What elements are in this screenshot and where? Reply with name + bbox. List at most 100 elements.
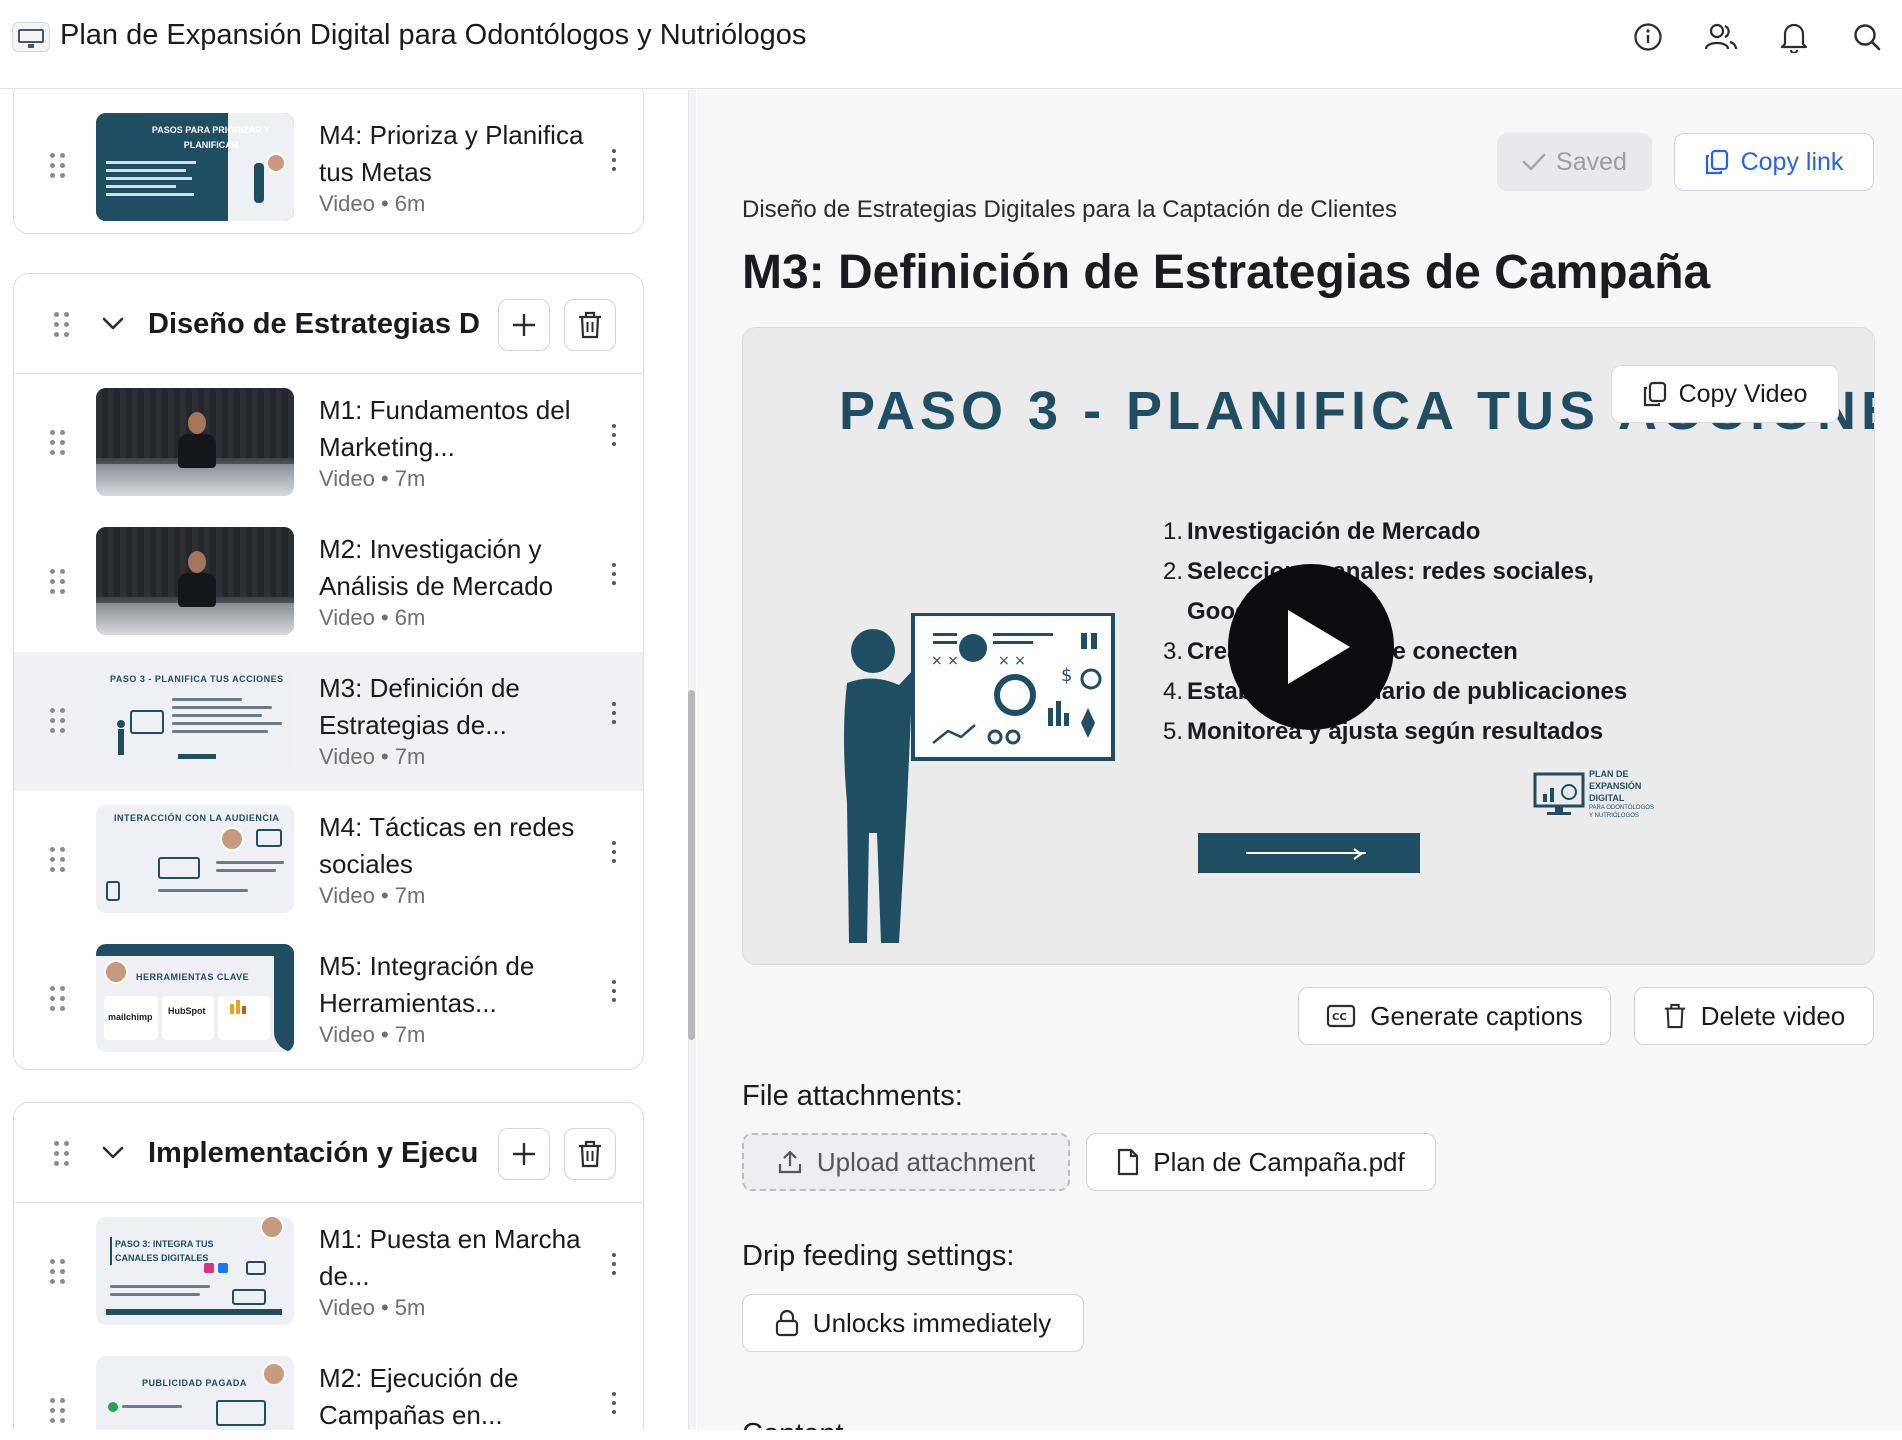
lesson-title: M4: Tácticas en redes sociales xyxy=(319,812,575,879)
copy-icon xyxy=(1643,381,1666,407)
drip-feeding-label: Drip feeding settings: xyxy=(742,1240,1015,1272)
lesson-thumbnail: PUBLICIDAD PAGADA xyxy=(96,1356,294,1430)
arrow-right-icon xyxy=(1353,848,1363,860)
section-card: Implementación y Ejecu PASO 3: INTEGRA T… xyxy=(13,1102,644,1430)
more-options-icon[interactable] xyxy=(604,1249,624,1279)
lesson-thumbnail: PASO 3 - PLANIFICA TUS ACCIONES xyxy=(96,666,294,774)
course-logo-icon xyxy=(12,22,50,52)
lesson-row[interactable]: PASO 3: INTEGRA TUS CANALES DIGITALES M1… xyxy=(14,1203,643,1342)
more-options-icon[interactable] xyxy=(604,698,624,728)
drag-handle-icon[interactable] xyxy=(50,153,66,179)
lesson-meta: Video • 5m xyxy=(319,1295,426,1320)
course-outline-sidebar: PASOS PARA PRIORIZAR Y PLANIFICAR M4: Pr… xyxy=(0,90,690,1430)
lesson-meta: Video • 6m xyxy=(319,605,426,630)
more-options-icon[interactable] xyxy=(604,837,624,867)
app-title: Plan de Expansión Digital para Odontólog… xyxy=(60,19,807,51)
file-icon xyxy=(1118,1148,1139,1176)
more-options-icon[interactable] xyxy=(604,145,624,175)
lock-icon xyxy=(775,1309,798,1337)
copy-icon xyxy=(1705,149,1728,175)
lesson-title: M2: Investigación y Análisis de Mercado xyxy=(319,534,554,601)
lesson-title: M5: Integración de Herramientas... xyxy=(319,951,535,1018)
drag-handle-icon[interactable] xyxy=(50,1259,66,1285)
drag-handle-icon[interactable] xyxy=(54,312,70,338)
lesson-row[interactable]: M1: Fundamentos del Marketing... Video •… xyxy=(14,374,643,513)
plus-icon xyxy=(513,314,535,336)
attachment-file[interactable]: Plan de Campaña.pdf xyxy=(1086,1133,1436,1191)
section-header: Diseño de Estrategias D xyxy=(14,274,643,374)
svg-text:CC: CC xyxy=(1332,1012,1347,1023)
lesson-thumbnail: PASOS PARA PRIORIZAR Y PLANIFICAR xyxy=(96,113,294,221)
generate-captions-button[interactable]: CC Generate captions xyxy=(1298,987,1611,1045)
sidebar-scrollbar-thumb[interactable] xyxy=(688,690,695,1040)
copy-video-button[interactable]: Copy Video xyxy=(1611,365,1839,423)
more-options-icon[interactable] xyxy=(604,420,624,450)
svg-text:$: $ xyxy=(1061,665,1072,686)
lesson-title: M4: Prioriza y Planifica tus Metas xyxy=(319,120,584,187)
add-lesson-button[interactable] xyxy=(498,1128,550,1180)
top-bar: Plan de Expansión Digital para Odontólog… xyxy=(0,0,1902,89)
trash-icon xyxy=(579,1140,601,1168)
upload-icon xyxy=(778,1150,801,1174)
lesson-row[interactable]: INTERACCIÓN CON LA AUDIENCIA M4: Táctica… xyxy=(14,791,643,930)
slide-step: 2. Selecciona canales: redes sociales, xyxy=(1163,558,1594,585)
play-button[interactable] xyxy=(1228,564,1394,730)
delete-video-button[interactable]: Delete video xyxy=(1634,987,1874,1045)
info-icon[interactable] xyxy=(1629,18,1667,56)
lesson-title: M3: Definición de Estrategias de... xyxy=(319,673,520,740)
lesson-row[interactable]: PUBLICIDAD PAGADA M2: Ejecución de Campa… xyxy=(14,1342,643,1430)
section-card: PASOS PARA PRIORIZAR Y PLANIFICAR M4: Pr… xyxy=(13,90,644,234)
delete-section-button[interactable] xyxy=(564,299,616,351)
drag-handle-icon[interactable] xyxy=(50,847,66,873)
drag-handle-icon[interactable] xyxy=(50,430,66,456)
drag-handle-icon[interactable] xyxy=(50,569,66,595)
unlock-settings-button[interactable]: Unlocks immediately xyxy=(742,1294,1084,1352)
lesson-title: M2: Ejecución de Campañas en... xyxy=(319,1363,519,1430)
search-icon[interactable] xyxy=(1848,18,1886,56)
video-player[interactable]: PASO 3 - PLANIFICA TUS ACCIONES × × × × … xyxy=(742,327,1875,965)
lesson-title: M1: Puesta en Marcha de... xyxy=(319,1224,581,1291)
more-options-icon[interactable] xyxy=(604,1388,624,1418)
svg-text:× ×: × × xyxy=(998,653,1026,669)
chevron-down-icon[interactable] xyxy=(98,308,128,338)
slide-arrow-bar xyxy=(1198,833,1420,873)
drag-handle-icon[interactable] xyxy=(50,986,66,1012)
presenter-illustration: × × × × $ xyxy=(844,613,1115,943)
drag-handle-icon[interactable] xyxy=(50,1398,66,1424)
lesson-heading: M3: Definición de Estrategias de Campaña xyxy=(742,246,1711,299)
drag-handle-icon[interactable] xyxy=(54,1141,70,1167)
drag-handle-icon[interactable] xyxy=(50,708,66,734)
lesson-row[interactable]: HERRAMIENTAS CLAVE mailchimp HubSpot M5:… xyxy=(14,930,643,1069)
copy-link-button[interactable]: Copy link xyxy=(1674,133,1874,191)
add-lesson-button[interactable] xyxy=(498,299,550,351)
content-label: Content xyxy=(742,1414,844,1430)
captions-icon: CC xyxy=(1327,1004,1356,1028)
lesson-title: M1: Fundamentos del Marketing... xyxy=(319,395,571,462)
plan-logo: PLAN DE EXPANSIÓN DIGITAL PARA ODONTÓLOG… xyxy=(1533,768,1654,819)
delete-section-button[interactable] xyxy=(564,1128,616,1180)
trash-icon xyxy=(579,311,601,339)
more-options-icon[interactable] xyxy=(604,976,624,1006)
lesson-meta: Video • 7m xyxy=(319,466,426,491)
lesson-thumbnail: PASO 3: INTEGRA TUS CANALES DIGITALES xyxy=(96,1217,294,1325)
course-name: Diseño de Estrategias Digitales para la … xyxy=(742,196,1398,223)
more-options-icon[interactable] xyxy=(604,559,624,589)
lesson-row[interactable]: PASOS PARA PRIORIZAR Y PLANIFICAR M4: Pr… xyxy=(14,99,643,233)
plus-icon xyxy=(513,1143,535,1165)
lesson-thumbnail: INTERACCIÓN CON LA AUDIENCIA xyxy=(96,805,294,913)
users-icon[interactable] xyxy=(1702,18,1740,56)
upload-attachment-button[interactable]: Upload attachment xyxy=(742,1133,1070,1191)
attachments-label: File attachments: xyxy=(742,1080,963,1112)
saved-button: Saved xyxy=(1497,133,1652,191)
trash-icon xyxy=(1664,1003,1685,1029)
slide-step: 1. Investigación de Mercado xyxy=(1163,518,1481,545)
lesson-row[interactable]: M2: Investigación y Análisis de Mercado … xyxy=(14,513,643,652)
lesson-meta: Video • 6m xyxy=(319,191,426,216)
chevron-down-icon[interactable] xyxy=(98,1137,128,1167)
check-icon xyxy=(1522,153,1546,171)
slide-step: 5. Monitorea y ajusta según resultados xyxy=(1163,718,1604,745)
lesson-thumbnail xyxy=(96,388,294,496)
lesson-row-active[interactable]: PASO 3 - PLANIFICA TUS ACCIONES M3: Defi… xyxy=(14,652,643,791)
bell-icon[interactable] xyxy=(1775,18,1813,56)
section-header: Implementación y Ejecu xyxy=(14,1103,643,1203)
